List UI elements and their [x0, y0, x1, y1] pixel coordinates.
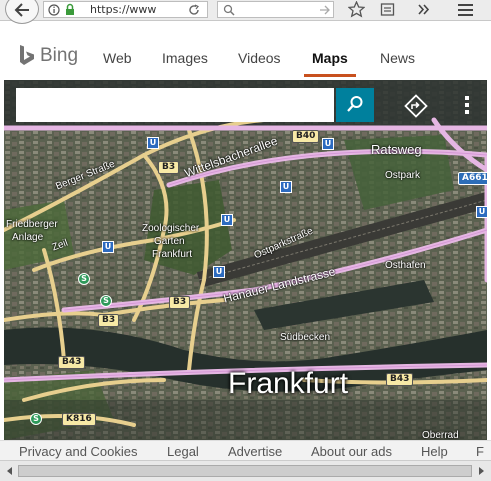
poi-label: Frankfurt [152, 249, 193, 260]
scroll-left-icon[interactable] [3, 464, 17, 478]
back-arrow-icon [14, 3, 29, 17]
browser-search-bar[interactable] [217, 1, 334, 18]
district-label: Osthafen [385, 260, 426, 271]
map-search-input[interactable] [16, 88, 334, 122]
ubahn-icon[interactable]: U [221, 214, 233, 226]
ubahn-icon[interactable]: U [322, 138, 334, 150]
street-label: Friedberger [6, 219, 58, 230]
hamburger-menu-icon[interactable] [457, 2, 474, 17]
page-footer: Privacy and Cookies Legal Advertise Abou… [0, 440, 491, 461]
road-shield: K816 [62, 413, 96, 426]
footer-link-legal[interactable]: Legal [167, 444, 199, 459]
footer-link-about-ads[interactable]: About our ads [311, 444, 392, 459]
more-options-icon[interactable] [462, 94, 472, 116]
map-search-button[interactable] [336, 88, 374, 122]
info-icon[interactable] [48, 4, 60, 16]
road-shield: B3 [158, 161, 180, 174]
bing-header: Bing Web Images Videos Maps News [0, 36, 491, 80]
lock-icon [66, 3, 74, 15]
overflow-chevron-icon[interactable] [417, 3, 431, 16]
poi-label: Garten [154, 236, 185, 247]
sbahn-icon[interactable]: S [30, 413, 42, 425]
city-label: Frankfurt [228, 367, 349, 400]
ubahn-icon[interactable]: U [102, 241, 114, 253]
nav-maps[interactable]: Maps [312, 50, 348, 66]
nav-images[interactable]: Images [162, 50, 208, 66]
ubahn-icon[interactable]: U [476, 206, 487, 218]
reload-icon[interactable] [188, 4, 200, 16]
bookmark-star-icon[interactable] [348, 1, 365, 18]
sbahn-icon[interactable]: S [78, 273, 90, 285]
search-icon [347, 96, 363, 112]
bing-logo-text: Bing [40, 45, 79, 66]
horizontal-scrollbar[interactable] [0, 460, 491, 481]
active-tab-indicator [304, 74, 356, 77]
scroll-right-icon[interactable] [474, 464, 488, 478]
road-shield: B43 [386, 373, 414, 386]
ubahn-icon[interactable]: U [213, 266, 225, 278]
url-bar[interactable]: https://www [43, 1, 208, 18]
footer-link-advertise[interactable]: Advertise [228, 444, 282, 459]
ubahn-icon[interactable]: U [280, 181, 292, 193]
url-text: https://www [90, 3, 157, 16]
road-shield: B40 [292, 130, 320, 143]
footer-link-privacy[interactable]: Privacy and Cookies [19, 444, 138, 459]
district-label: Oberrad [422, 430, 459, 440]
map-canvas[interactable]: Berger Straße Wittelsbacherallee Ratsweg… [4, 80, 487, 440]
footer-link-help[interactable]: Help [421, 444, 448, 459]
ubahn-icon[interactable]: U [147, 137, 159, 149]
district-label: Südbecken [280, 332, 331, 343]
search-icon [223, 4, 235, 16]
browser-toolbar: https://www [0, 0, 491, 24]
directions-icon[interactable] [404, 94, 428, 118]
road-shield: B3 [98, 314, 120, 327]
nav-videos[interactable]: Videos [238, 50, 281, 66]
bing-b-icon [20, 45, 34, 65]
road-shield: B3 [169, 296, 191, 309]
reading-list-icon[interactable] [380, 2, 395, 17]
footer-link-feedback[interactable]: F [476, 444, 484, 459]
nav-news[interactable]: News [380, 50, 415, 66]
poi-label: Zoologischer [142, 223, 200, 234]
nav-web[interactable]: Web [103, 50, 132, 66]
back-button[interactable] [5, 0, 39, 24]
sbahn-icon[interactable]: S [100, 295, 112, 307]
road-shield: B43 [58, 356, 86, 369]
street-label: Ratsweg [371, 142, 422, 157]
scrollbar-thumb[interactable] [18, 465, 472, 477]
park-label: Ostpark [385, 170, 421, 181]
go-arrow-icon[interactable] [319, 5, 331, 15]
street-label: Anlage [12, 232, 44, 243]
road-shield: A661 [458, 172, 487, 185]
